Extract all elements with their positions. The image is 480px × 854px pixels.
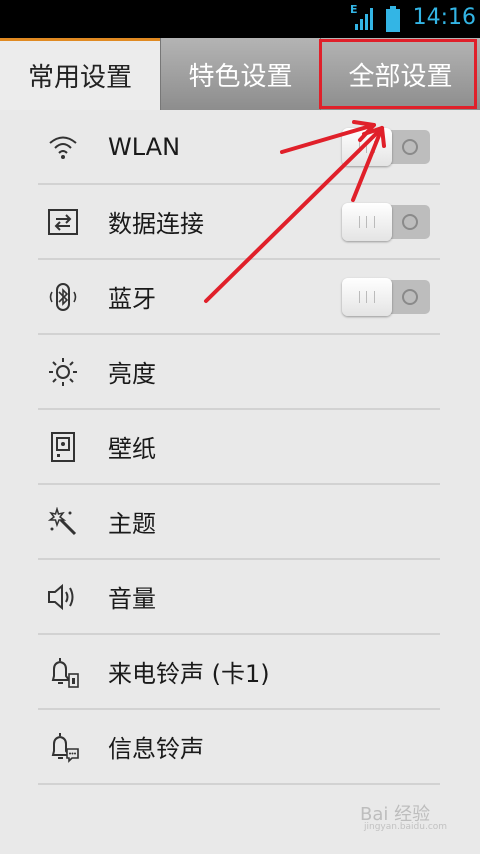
wifi-icon (46, 130, 80, 164)
signal-icon (355, 8, 373, 30)
data-connection-toggle[interactable] (342, 202, 430, 241)
tab-featured-settings[interactable]: 特色设置 (160, 38, 320, 110)
status-bar: E 14:16 (0, 0, 480, 38)
list-item-label: 音量 (108, 585, 156, 613)
message-tone-icon (46, 730, 80, 764)
settings-list: WLAN 数据连接 蓝牙 亮度 壁纸 主题 音量 来电铃声 (卡1) 信息铃声 (38, 110, 440, 785)
watermark-url: jingyan.baidu.com (364, 822, 448, 832)
list-item-volume[interactable]: 音量 (38, 560, 440, 635)
tab-common-settings[interactable]: 常用设置 (0, 38, 160, 110)
list-item-label: WLAN (108, 132, 181, 161)
volume-icon (46, 580, 80, 614)
list-item-bluetooth[interactable]: 蓝牙 (38, 260, 440, 335)
list-item-label: 壁纸 (108, 435, 156, 463)
list-item-label: 主题 (108, 510, 156, 538)
theme-icon (46, 505, 80, 539)
list-item-label: 来电铃声 (卡1) (108, 660, 270, 688)
ringtone-icon (46, 655, 80, 689)
list-item-wallpaper[interactable]: 壁纸 (38, 410, 440, 485)
brightness-icon (46, 355, 80, 389)
wallpaper-icon (46, 430, 80, 464)
wlan-toggle[interactable] (342, 127, 430, 166)
list-item-label: 信息铃声 (108, 735, 204, 763)
list-item-message-tone[interactable]: 信息铃声 (38, 710, 440, 785)
list-item-label: 亮度 (108, 360, 156, 388)
battery-icon (386, 6, 400, 32)
bluetooth-icon (46, 280, 80, 314)
tab-all-settings[interactable]: 全部设置 (320, 38, 480, 110)
clock: 14:16 (412, 5, 476, 30)
data-connection-icon (46, 205, 80, 239)
list-item-brightness[interactable]: 亮度 (38, 335, 440, 410)
settings-tabs: 常用设置 特色设置 全部设置 (0, 38, 480, 110)
list-item-wlan[interactable]: WLAN (38, 110, 440, 185)
list-item-ringtone[interactable]: 来电铃声 (卡1) (38, 635, 440, 710)
list-item-theme[interactable]: 主题 (38, 485, 440, 560)
watermark-logo: Bai 经验 jingyan.baidu.com (360, 800, 447, 832)
list-item-data-connection[interactable]: 数据连接 (38, 185, 440, 260)
bluetooth-toggle[interactable] (342, 277, 430, 316)
list-item-label: 蓝牙 (108, 285, 156, 313)
list-item-label: 数据连接 (108, 210, 204, 238)
